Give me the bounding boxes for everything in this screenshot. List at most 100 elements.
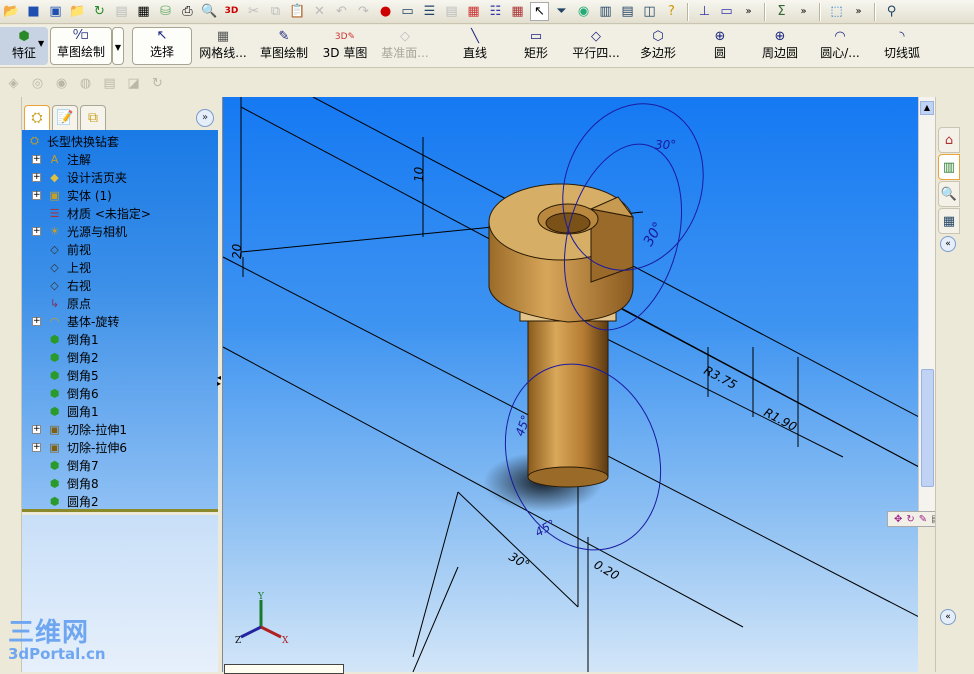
tree-item[interactable]: ☰ 材质 <未指定>	[22, 204, 218, 222]
tile-icon[interactable]: ▥	[596, 2, 615, 21]
expand-icon[interactable]: +	[32, 442, 41, 452]
tree-item[interactable]: + ◆ 设计活页夹	[22, 168, 218, 186]
feature-icon[interactable]: ◎	[28, 74, 47, 93]
filter-icon[interactable]: ⏷	[552, 2, 571, 21]
select-button[interactable]: ↖ 选择	[132, 27, 192, 65]
vertical-scrollbar[interactable]: ▲	[918, 97, 935, 515]
list-icon[interactable]: ☰	[420, 2, 439, 21]
tree-item[interactable]: ⬢ 圆角2	[22, 492, 218, 510]
print-icon[interactable]: ⎙	[178, 2, 197, 21]
sketch-tab-dropdown[interactable]: ▼	[112, 27, 124, 65]
cut-icon[interactable]: ✂	[244, 2, 263, 21]
feature-icon[interactable]: ▤	[100, 74, 119, 93]
view-palette-tab[interactable]: ▦	[938, 208, 960, 234]
collapse-task-pane-button[interactable]: «	[940, 236, 956, 252]
center-arc-button[interactable]: ◠ 圆心/...	[816, 27, 864, 65]
globe-icon[interactable]: ◉	[574, 2, 593, 21]
tree-item[interactable]: ◇ 右视	[22, 276, 218, 294]
feature-icon[interactable]: ◪	[124, 74, 143, 93]
tree-item[interactable]: ◇ 前视	[22, 240, 218, 258]
line-button[interactable]: ╲ 直线	[460, 27, 490, 65]
sketch-button[interactable]: ✎ 草图绘制	[258, 27, 310, 65]
3d-sketch-button[interactable]: 3D✎ 3D 草图	[320, 27, 370, 65]
view-layout-icon[interactable]: ▭	[398, 2, 417, 21]
configuration-tab[interactable]: ⧉	[80, 105, 106, 130]
polygon-button[interactable]: ⬡ 多边形	[638, 27, 678, 65]
help-icon[interactable]: ?	[662, 2, 681, 21]
scroll-up-button[interactable]: ▲	[920, 101, 934, 115]
more-icon[interactable]: »	[794, 2, 813, 21]
tree-item[interactable]: + ▣ 实体 (1)	[22, 186, 218, 204]
sheet-icon[interactable]: ▭	[717, 2, 736, 21]
print-setup-icon[interactable]: ⛁	[156, 2, 175, 21]
dimension-angle-30-bottom[interactable]: 30°	[507, 549, 532, 572]
dimension-10[interactable]: 10	[412, 166, 426, 182]
weldment-icon[interactable]: ⊥	[695, 2, 714, 21]
copy-icon[interactable]: ⧉	[266, 2, 285, 21]
save-icon[interactable]: ■	[24, 2, 43, 21]
chevron-down-icon[interactable]: ▼	[38, 39, 44, 48]
more-icon[interactable]: »	[739, 2, 758, 21]
open-icon[interactable]: 📁	[68, 2, 87, 21]
expand-icon[interactable]: +	[32, 424, 41, 434]
expand-icon[interactable]: +	[32, 154, 41, 164]
rotate-icon[interactable]: ↻	[906, 514, 914, 525]
color-grid-icon[interactable]: ▦	[464, 2, 483, 21]
tree-item[interactable]: + ◠ 基体-旋转	[22, 312, 218, 330]
dimension-angle-30-mid[interactable]: 30°	[641, 219, 667, 249]
property-manager-tab[interactable]: 📝	[52, 105, 78, 130]
part-model[interactable]	[488, 183, 635, 488]
tree-item[interactable]: ⬢ 倒角8	[22, 474, 218, 492]
tree-item[interactable]: ⬢ 倒角2	[22, 348, 218, 366]
dimension-20[interactable]: 20	[230, 243, 244, 259]
redo-icon[interactable]: ↷	[354, 2, 373, 21]
tree-item[interactable]: + ☀ 光源与相机	[22, 222, 218, 240]
feature-icon[interactable]: ◈	[4, 74, 23, 93]
more-icon[interactable]: »	[849, 2, 868, 21]
dimension-r1-90[interactable]: R1.90	[762, 405, 800, 434]
scrollbar-thumb[interactable]	[921, 369, 934, 487]
probe-icon[interactable]: ⚲	[882, 2, 901, 21]
tree-item[interactable]: + A 注解	[22, 150, 218, 168]
delete-icon[interactable]: ✕	[310, 2, 329, 21]
undo-icon[interactable]: ↶	[332, 2, 351, 21]
feature-icon[interactable]: ↻	[148, 74, 167, 93]
tree-item[interactable]: + ▣ 切除-拉伸6	[22, 438, 218, 456]
sketch-tab[interactable]: ⁰⁄▫ 草图绘制	[50, 27, 112, 65]
tree-item[interactable]: ⬢ 倒角6	[22, 384, 218, 402]
tree-item[interactable]: ⬢ 倒角5	[22, 366, 218, 384]
tangent-arc-button[interactable]: ◝ 切线弧	[881, 27, 923, 65]
tree-item[interactable]: ⬢ 倒角7	[22, 456, 218, 474]
grid-button[interactable]: ▦ 网格线...	[194, 27, 252, 65]
graphics-viewport[interactable]: 10 20 30° 30° R3.75 R1.90 45° 45° 30° 0.…	[222, 97, 918, 672]
layers-icon[interactable]: ☷	[486, 2, 505, 21]
open-folder-icon[interactable]: 📂	[2, 2, 21, 21]
tree-item[interactable]: + ▣ 切除-拉伸1	[22, 420, 218, 438]
dimension-angle-45-b[interactable]: 45°	[533, 517, 558, 540]
expand-icon[interactable]: +	[32, 190, 41, 200]
file-explorer-tab[interactable]: 🔍	[938, 181, 960, 207]
tree-item[interactable]: ◇ 上视	[22, 258, 218, 276]
save-all-icon[interactable]: ▣	[46, 2, 65, 21]
tree-item[interactable]: ⬢ 倒角1	[22, 330, 218, 348]
tree-item[interactable]: ⬢ 圆角1	[22, 402, 218, 420]
dimension-angle-30-top[interactable]: 30°	[655, 138, 676, 152]
box-icon[interactable]: ⬚	[827, 2, 846, 21]
circle-button[interactable]: ⊕ 圆	[708, 27, 732, 65]
expand-icon[interactable]: +	[32, 172, 41, 182]
collapse-task-pane-button[interactable]: «	[940, 609, 956, 625]
design-library-tab[interactable]: ▥	[938, 154, 960, 180]
perimeter-circle-button[interactable]: ⊕ 周边圆	[760, 27, 800, 65]
feature-icon[interactable]: ◍	[76, 74, 95, 93]
window-icon[interactable]: ◫	[640, 2, 659, 21]
feature-tree-tab[interactable]: ⛭	[24, 105, 50, 130]
select-arrow-icon[interactable]: ↖	[530, 2, 549, 21]
notes-icon[interactable]: ▤	[442, 2, 461, 21]
options-icon[interactable]: ▤	[112, 2, 131, 21]
plane-button[interactable]: ◇ 基准面...	[376, 27, 434, 65]
rebuild-icon[interactable]: ↻	[90, 2, 109, 21]
rectangle-button[interactable]: ▭ 矩形	[521, 27, 551, 65]
split-icon[interactable]: ▤	[618, 2, 637, 21]
expand-panel-button[interactable]: »	[196, 109, 214, 127]
3d-icon[interactable]: 3D	[222, 2, 241, 21]
